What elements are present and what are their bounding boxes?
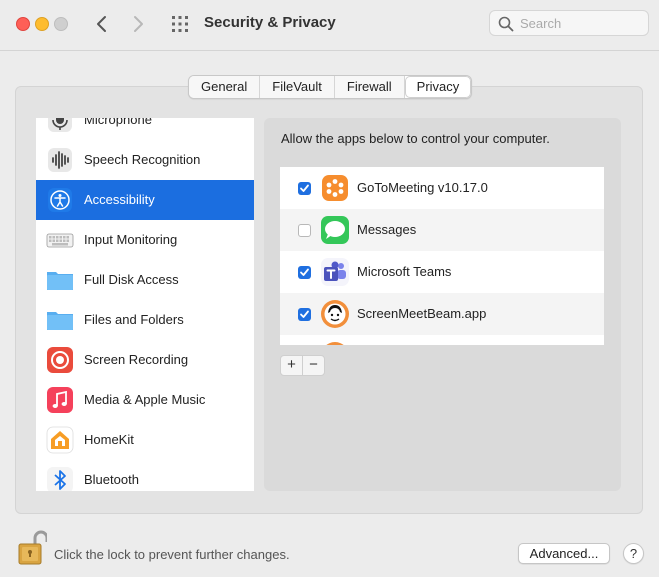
app-name: Messages	[357, 222, 417, 237]
gotomeeting-icon	[322, 175, 348, 201]
search-input[interactable]	[520, 15, 640, 31]
sidebar-item-label: Files and Folders	[84, 312, 184, 327]
app-name: Microsoft Teams	[357, 264, 452, 279]
microphone-icon	[48, 118, 72, 132]
window-title: Security & Privacy	[204, 14, 336, 31]
lock-button[interactable]	[17, 530, 49, 566]
sidebar-item-files-and-folders[interactable]: Files and Folders	[36, 300, 254, 340]
minimize-window-button[interactable]	[35, 17, 49, 31]
sidebar-item-label: Bluetooth	[84, 472, 139, 487]
sidebar-item-label: Media & Apple Music	[84, 392, 206, 407]
bluetooth-icon	[47, 467, 73, 491]
checkmark-icon	[300, 310, 309, 318]
sidebar-item-bluetooth[interactable]: Bluetooth	[36, 460, 254, 491]
forward-button[interactable]	[127, 12, 149, 36]
sidebar-item-microphone[interactable]: Microphone	[36, 118, 254, 140]
list-item[interactable]: Microsoft Teams	[280, 251, 604, 293]
sidebar-item-homekit[interactable]: HomeKit	[36, 420, 254, 460]
sidebar-item-media-apple-music[interactable]: Media & Apple Music	[36, 380, 254, 420]
app-checkbox[interactable]	[298, 224, 311, 237]
accessibility-icon	[48, 188, 72, 212]
app-checkbox[interactable]	[298, 266, 311, 279]
tab-firewall[interactable]: Firewall	[334, 76, 405, 98]
list-item[interactable]	[280, 335, 604, 345]
sidebar-item-label: Input Monitoring	[84, 232, 178, 247]
teams-icon	[321, 258, 349, 286]
app-icon	[326, 342, 344, 345]
grid-icon	[172, 16, 188, 32]
sidebar-item-label: Speech Recognition	[84, 152, 201, 167]
keyboard-icon	[46, 233, 74, 248]
show-all-button[interactable]	[171, 15, 189, 33]
sidebar-item-label: Full Disk Access	[84, 272, 179, 287]
screenmeet-icon	[321, 300, 349, 328]
app-checkbox[interactable]	[298, 308, 311, 321]
add-remove-control: + −	[280, 355, 325, 376]
sidebar-item-label: Accessibility	[84, 192, 155, 207]
unlocked-padlock-icon	[18, 530, 49, 565]
app-name: ScreenMeetBeam.app	[357, 306, 487, 321]
app-list[interactable]: GoToMeeting v10.17.0 Messages Microsoft …	[280, 167, 604, 345]
tab-filevault[interactable]: FileVault	[260, 76, 335, 98]
search-field[interactable]	[489, 10, 649, 36]
sidebar-item-label: HomeKit	[84, 432, 134, 447]
waveform-icon	[48, 148, 72, 172]
list-item[interactable]: ScreenMeetBeam.app	[280, 293, 604, 335]
title-bar: Security & Privacy	[0, 0, 659, 51]
record-icon	[47, 347, 73, 373]
sidebar-item-full-disk-access[interactable]: Full Disk Access	[36, 260, 254, 300]
advanced-button[interactable]: Advanced...	[518, 543, 610, 564]
privacy-category-list[interactable]: Microphone Speech Recognition Accessibil…	[36, 118, 254, 491]
music-note-icon	[47, 387, 73, 413]
back-button[interactable]	[91, 12, 113, 36]
close-window-button[interactable]	[16, 17, 30, 31]
sidebar-item-accessibility[interactable]: Accessibility	[36, 180, 254, 220]
list-item[interactable]: GoToMeeting v10.17.0	[280, 167, 604, 209]
sidebar-item-input-monitoring[interactable]: Input Monitoring	[36, 220, 254, 260]
chevron-right-icon	[134, 16, 143, 32]
permission-description: Allow the apps below to control your com…	[281, 131, 550, 146]
list-item[interactable]: Messages	[280, 209, 604, 251]
tab-bar: General FileVault Firewall Privacy	[188, 75, 473, 99]
app-name: GoToMeeting v10.17.0	[357, 180, 488, 195]
checkmark-icon	[300, 184, 309, 192]
zoom-window-button[interactable]	[54, 17, 68, 31]
add-app-button[interactable]: +	[281, 356, 303, 375]
messages-icon	[321, 216, 349, 244]
remove-app-button[interactable]: −	[303, 356, 324, 375]
tab-privacy[interactable]: Privacy	[404, 76, 472, 98]
folder-icon	[47, 312, 73, 330]
sidebar-item-screen-recording[interactable]: Screen Recording	[36, 340, 254, 380]
help-button[interactable]: ?	[623, 543, 644, 564]
chevron-left-icon	[97, 16, 106, 32]
tab-general[interactable]: General	[189, 76, 261, 98]
checkmark-icon	[300, 268, 309, 276]
sidebar-item-label: Screen Recording	[84, 352, 189, 367]
lock-hint: Click the lock to prevent further change…	[54, 547, 290, 562]
home-icon	[46, 426, 74, 454]
sidebar-item-speech-recognition[interactable]: Speech Recognition	[36, 140, 254, 180]
sidebar-item-label: Microphone	[84, 118, 152, 127]
search-icon	[498, 16, 514, 32]
app-checkbox[interactable]	[298, 182, 311, 195]
folder-icon	[47, 272, 73, 290]
